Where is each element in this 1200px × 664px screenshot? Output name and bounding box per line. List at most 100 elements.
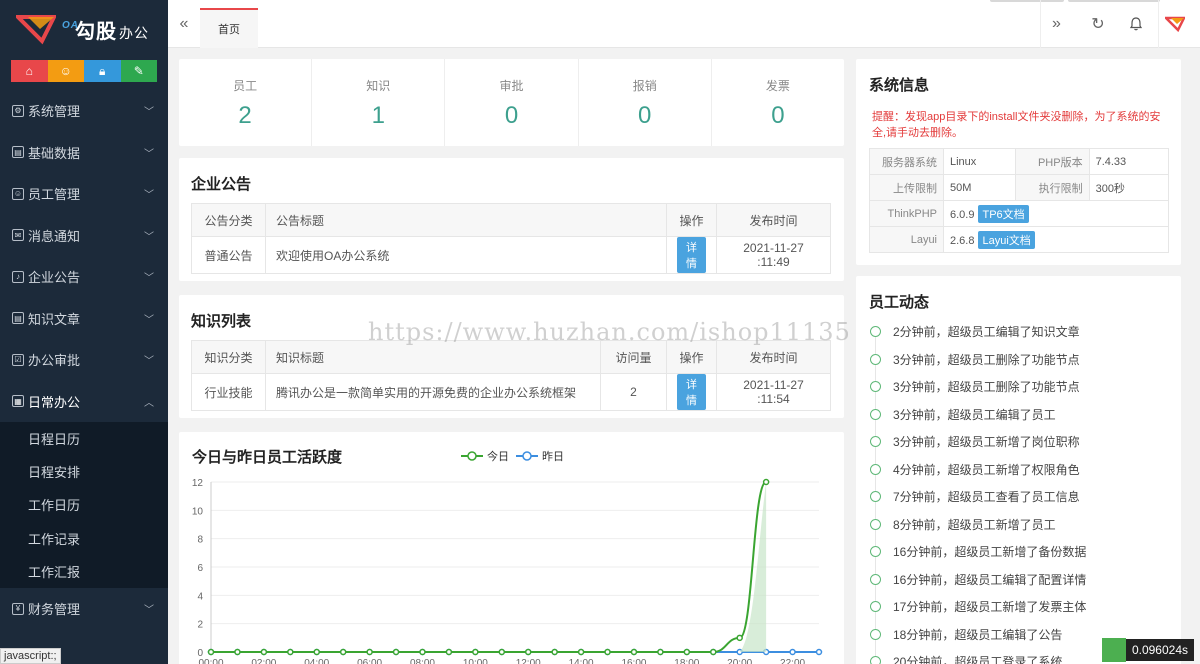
knowledge-table: 知识分类 知识标题 访问量 操作 发布时间 行业技能 腾讯办公是一款简单实用的开… <box>191 340 831 411</box>
lock-icon[interactable]: 🔒︎ <box>84 60 121 82</box>
employee-activity-card: 员工动态 2分钟前，超级员工编辑了知识文章 3分钟前，超级员工删除了功能节点 3分钟… <box>856 276 1181 664</box>
data-point <box>789 648 796 656</box>
timeline-dot-icon <box>870 353 881 365</box>
logo-suffix: 办公 <box>119 24 149 41</box>
info-value: 50M <box>943 174 1016 201</box>
sidebar-item[interactable]: ▤ 基础数据 ﹀ <box>0 132 168 174</box>
sidebar-item[interactable]: ☑ 办公审批 ﹀ <box>0 339 168 381</box>
detail-button[interactable]: 详情 <box>677 237 706 273</box>
stat-item[interactable]: 审批 0 <box>445 59 579 146</box>
sidebar-subitem[interactable]: 工作汇报 <box>0 555 168 588</box>
activity-timeline: 2分钟前，超级员工编辑了知识文章 3分钟前，超级员工删除了功能节点 3分钟前，超级员… <box>870 318 1170 664</box>
layui-docs-link[interactable]: Layui文档 <box>978 230 1035 249</box>
x-tick-label: 20:00 <box>727 658 752 664</box>
sidebar-item-label: 员工管理 <box>28 187 81 203</box>
thinkphp-version: 6.0.9 <box>950 208 975 221</box>
data-point <box>524 648 532 656</box>
sidebar-nav: ⚙ 系统管理 ﹀ ▤ 基础数据 ﹀ ☺ 员工管理 ﹀ ✉ 消息通知 ﹀ ♪ 企业公告 ﹀ ▤ 知识文章 ﹀ ☑ 办公审… <box>0 90 168 629</box>
timeline-dot-icon <box>870 518 881 530</box>
tab-home[interactable]: 首页 <box>200 8 258 48</box>
x-tick-label: 18:00 <box>674 658 699 664</box>
system-info-table: 服务器系统 Linux PHP版本 7.4.33 上传限制 50M 执行限制 3… <box>869 148 1170 253</box>
sidebar-subitem[interactable]: 工作日历 <box>0 488 168 521</box>
broom-icon[interactable]: ✎ <box>120 60 157 82</box>
notice-row-title: 欢迎使用OA办公系统 <box>265 236 667 274</box>
activity-text: 3分钟前，超级员工删除了功能节点 <box>893 380 1080 395</box>
activity-chart-card: 今日与昨日员工活跃度 今日 昨日 0 2 4 6 8 10 12 00:00 02:00 04:00 06… <box>179 432 844 664</box>
sidebar-subitem[interactable]: 日程日历 <box>0 422 168 455</box>
list-item: 17分钟前，超级员工新增了发票主体 <box>870 593 1170 621</box>
table-row: 行业技能 腾讯办公是一款简单实用的开源免费的企业办公系统框架 2 详情 2021… <box>191 373 831 411</box>
y-tick-label: 12 <box>192 478 204 489</box>
knowledge-category: 行业技能 <box>191 373 266 411</box>
x-tick-label: 00:00 <box>198 658 223 664</box>
sidebar-item[interactable]: ¥ 财务管理 ﹀ <box>0 588 168 630</box>
sidebar-subitem[interactable]: 工作记录 <box>0 522 168 555</box>
x-tick-label: 22:00 <box>780 658 805 664</box>
debug-timer[interactable]: 0.096024s <box>1101 638 1194 662</box>
data-point <box>604 648 611 656</box>
data-point <box>498 648 506 656</box>
sidebar-item[interactable]: ▦ 日常办公 ︿ <box>0 381 168 423</box>
stat-item[interactable]: 报销 0 <box>579 59 712 146</box>
activity-text: 3分钟前，超级员工删除了功能节点 <box>893 352 1080 367</box>
sidebar-item[interactable]: ▤ 知识文章 ﹀ <box>0 298 168 340</box>
chart-title: 今日与昨日员工活跃度 <box>191 448 343 466</box>
timeline-dot-icon <box>870 491 881 503</box>
collapse-left-icon[interactable]: « <box>168 0 200 48</box>
tp6-docs-link[interactable]: TP6文档 <box>978 204 1029 223</box>
legend-label: 今日 <box>487 449 509 463</box>
data-point <box>419 648 426 656</box>
activity-text: 18分钟前，超级员工编辑了公告 <box>893 627 1063 642</box>
data-point <box>207 648 215 656</box>
knowledge-title: 知识列表 <box>191 313 252 330</box>
stat-label: 发票 <box>765 79 790 93</box>
activity-chart: 今日与昨日员工活跃度 今日 昨日02468101200:00 02:00 04:00 06… <box>191 448 823 664</box>
chevron-down-icon: ﹀ <box>144 314 154 326</box>
sidebar-item-label: 日常办公 <box>28 394 81 410</box>
sidebar-item[interactable]: ⚙ 系统管理 ﹀ <box>0 90 168 132</box>
legend-marker <box>522 451 532 461</box>
bell-icon[interactable] <box>1120 0 1152 48</box>
sidebar-item-label: 基础数据 <box>28 145 81 161</box>
data-point <box>366 648 373 656</box>
x-tick-label: 10:00 <box>463 658 488 664</box>
x-tick-label: 14:00 <box>569 658 594 664</box>
logo-mark-icon <box>16 15 56 45</box>
home-icon[interactable]: ⌂ <box>11 60 48 82</box>
gear-icon: ⚙ <box>12 104 24 117</box>
refresh-icon[interactable]: ↻ <box>1082 0 1114 48</box>
list-item: 2分钟前，超级员工编辑了知识文章 <box>870 318 1170 346</box>
table-row: 普通公告 欢迎使用OA办公系统 详情 2021-11-27 :11:49 <box>191 236 831 274</box>
y-tick-label: 10 <box>192 506 204 517</box>
stat-item[interactable]: 知识 1 <box>312 59 446 146</box>
top-bar: « 首页 » ↻ <box>168 0 1200 48</box>
stat-item[interactable]: 发票 0 <box>712 59 844 146</box>
notice-header-action: 操作 <box>666 203 717 237</box>
knowledge-row-title[interactable]: 腾讯办公是一款简单实用的开源免费的企业办公系统框架 <box>265 373 601 411</box>
timeline-dot-icon <box>870 601 881 613</box>
sidebar-item[interactable]: ♪ 企业公告 ﹀ <box>0 256 168 298</box>
stat-item[interactable]: 员工 2 <box>179 59 313 146</box>
user-avatar[interactable] <box>1158 0 1190 48</box>
timeline-dot-icon <box>870 436 881 448</box>
sidebar-item[interactable]: ✉ 消息通知 ﹀ <box>0 215 168 257</box>
knowledge-views: 2 <box>600 373 667 411</box>
stats-card: 员工 2 知识 1 审批 0 报销 0 发票 0 <box>179 59 844 146</box>
activity-text: 7分钟前，超级员工查看了员工信息 <box>893 490 1080 505</box>
status-url: javascript:; <box>0 648 61 664</box>
sidebar: OA勾股 办公 ⌂ ☺ 🔒︎ ✎ ⚙ 系统管理 ﹀ ▤ 基础数据 ﹀ ☺ 员工管理 ﹀ ✉ 消息通知 ﹀… <box>0 0 168 664</box>
activity-text: 20分钟前，超级员工登录了系统 <box>893 655 1063 664</box>
logo[interactable]: OA勾股 办公 <box>0 0 168 58</box>
system-info-title: 系统信息 <box>869 77 930 94</box>
stat-value: 0 <box>638 102 652 129</box>
user-icon[interactable]: ☺ <box>47 60 84 82</box>
sidebar-item[interactable]: ☺ 员工管理 ﹀ <box>0 173 168 215</box>
notice-header-time: 发布时间 <box>716 203 831 237</box>
sidebar-subitem[interactable]: 日程安排 <box>0 455 168 488</box>
stat-value: 2 <box>238 102 252 129</box>
tab-scroll-right-icon[interactable]: » <box>1040 0 1072 48</box>
detail-button[interactable]: 详情 <box>677 374 706 410</box>
info-value: 7.4.33 <box>1088 148 1170 175</box>
stat-label: 报销 <box>632 79 657 93</box>
